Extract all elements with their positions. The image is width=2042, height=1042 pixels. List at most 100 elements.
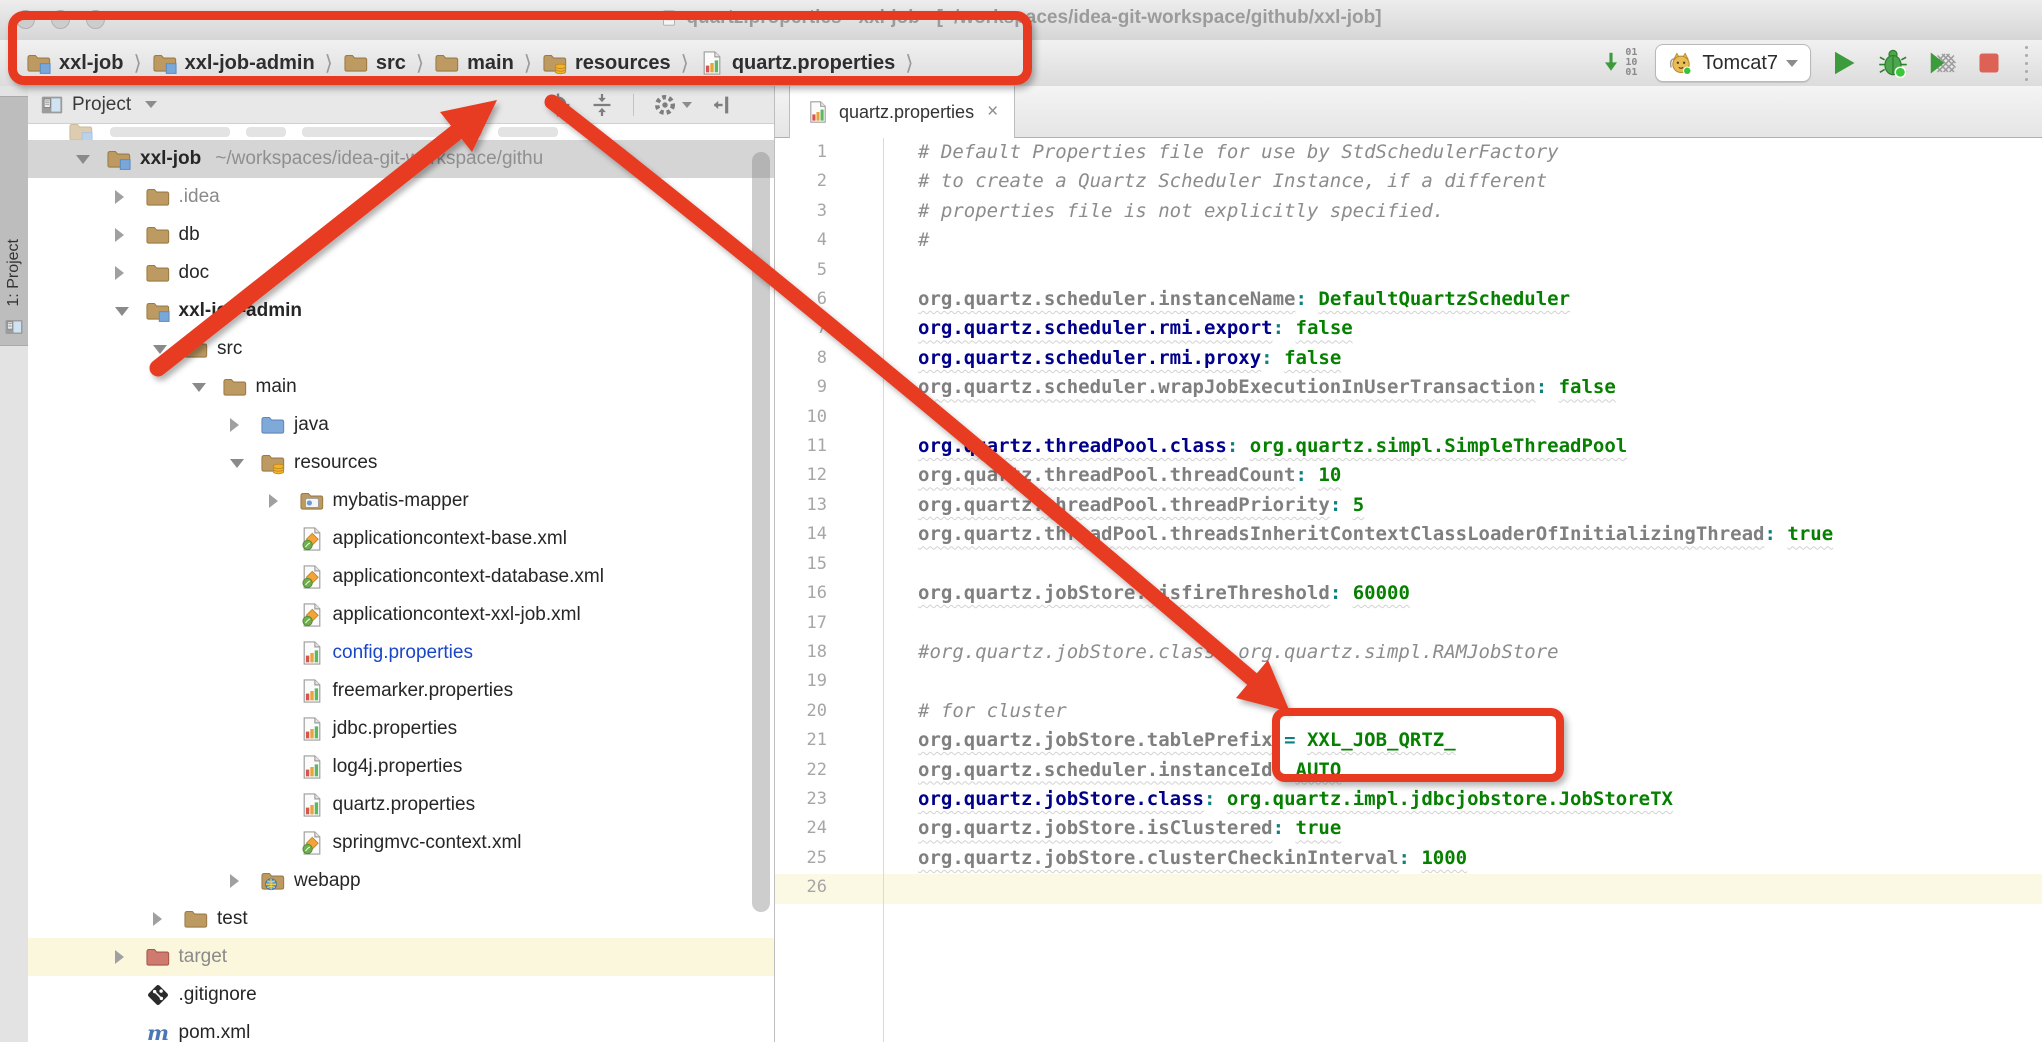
chevron-down-icon[interactable] bbox=[68, 155, 106, 164]
chevron-down-icon bbox=[682, 102, 692, 108]
line-number: 4 bbox=[775, 226, 883, 255]
close-tab-icon[interactable]: × bbox=[987, 101, 998, 123]
chevron-right-icon[interactable] bbox=[222, 874, 260, 888]
tree-item-jdbc.properties[interactable]: jdbc.properties bbox=[28, 710, 774, 748]
tree-item-config.properties[interactable]: config.properties bbox=[28, 634, 774, 672]
breadcrumb-separator: ⟩ bbox=[322, 51, 336, 76]
run-configuration-selector[interactable]: Tomcat7 bbox=[1655, 44, 1811, 82]
line-number: 19 bbox=[775, 667, 883, 696]
panel-settings-button[interactable] bbox=[652, 92, 692, 118]
excluded-folder-icon bbox=[145, 944, 171, 970]
breadcrumb-item-xxl-job[interactable]: xxl-job bbox=[26, 50, 123, 76]
code-line-26 bbox=[918, 873, 2042, 902]
code-line-12: org.quartz.threadPool.threadCount: 10 bbox=[918, 461, 2042, 490]
coverage-button[interactable] bbox=[1927, 48, 1957, 78]
run-button[interactable] bbox=[1829, 48, 1859, 78]
chevron-down-icon[interactable] bbox=[184, 383, 222, 392]
properties-file-icon bbox=[806, 100, 830, 124]
tree-item-quartz.properties[interactable]: quartz.properties bbox=[28, 786, 774, 824]
tree-item-doc[interactable]: doc bbox=[28, 254, 774, 292]
breadcrumb-item-main[interactable]: main bbox=[434, 50, 514, 76]
tree-item-log4j.properties[interactable]: log4j.properties bbox=[28, 748, 774, 786]
properties-file-icon bbox=[299, 716, 325, 742]
tree-item-applicationcontext-base.xml[interactable]: applicationcontext-base.xml bbox=[28, 520, 774, 558]
tree-item-webapp[interactable]: webapp bbox=[28, 862, 774, 900]
tree-item-target[interactable]: target bbox=[28, 938, 774, 976]
code-line-11: org.quartz.threadPool.class: org.quartz.… bbox=[918, 432, 2042, 461]
project-tree: xxl-job~/workspaces/idea-git-workspace/g… bbox=[28, 124, 774, 1042]
tree-item-test[interactable]: test bbox=[28, 900, 774, 938]
code-line-16: org.quartz.jobStore.misfireThreshold: 60… bbox=[918, 579, 2042, 608]
web-folder-icon bbox=[260, 868, 286, 894]
project-panel-header: Project bbox=[28, 86, 774, 124]
maven-file-icon bbox=[145, 1020, 171, 1042]
breadcrumb-item-src[interactable]: src bbox=[343, 50, 406, 76]
tree-item-pom.xml[interactable]: pom.xml bbox=[28, 1014, 774, 1042]
project-view-dropdown-icon[interactable] bbox=[145, 101, 157, 108]
tree-item-.gitignore[interactable]: .gitignore bbox=[28, 976, 774, 1014]
chevron-right-icon[interactable] bbox=[107, 190, 145, 204]
window-title-row: quartz.properties - xxl-job - [~/workspa… bbox=[0, 7, 2042, 29]
editor-content[interactable]: 1234567891011121314151617181920212223242… bbox=[775, 138, 2042, 1042]
line-number: 3 bbox=[775, 197, 883, 226]
tree-item-freemarker.properties[interactable]: freemarker.properties bbox=[28, 672, 774, 710]
code-line-19 bbox=[918, 667, 2042, 696]
tree-item-xxl-job[interactable]: xxl-job~/workspaces/idea-git-workspace/g… bbox=[28, 140, 774, 178]
locate-file-icon[interactable] bbox=[545, 92, 571, 118]
tab-quartz-properties[interactable]: quartz.properties × bbox=[789, 86, 1015, 138]
line-number: 25 bbox=[775, 844, 883, 873]
chevron-down-icon[interactable] bbox=[107, 307, 145, 316]
chevron-right-icon[interactable] bbox=[107, 228, 145, 242]
download-binary-icon bbox=[1599, 51, 1623, 75]
breadcrumb-item-quartz.properties[interactable]: quartz.properties bbox=[699, 50, 895, 76]
line-number: 20 bbox=[775, 697, 883, 726]
chevron-down-icon[interactable] bbox=[145, 345, 183, 354]
hide-panel-icon[interactable] bbox=[710, 93, 734, 117]
run-configuration-label: Tomcat7 bbox=[1702, 52, 1778, 75]
tree-item-springmvc-context.xml[interactable]: springmvc-context.xml bbox=[28, 824, 774, 862]
line-number: 13 bbox=[775, 491, 883, 520]
tree-item-mybatis-mapper[interactable]: mybatis-mapper bbox=[28, 482, 774, 520]
tree-item-.idea[interactable]: .idea bbox=[28, 178, 774, 216]
line-number: 9 bbox=[775, 373, 883, 402]
chevron-right-icon[interactable] bbox=[107, 266, 145, 280]
code-line-17 bbox=[918, 609, 2042, 638]
code-line-18: #org.quartz.jobStore.class: org.quartz.s… bbox=[918, 638, 2042, 667]
tomcat-icon bbox=[1668, 50, 1694, 76]
breadcrumb: xxl-job⟩xxl-job-admin⟩src⟩main⟩resources… bbox=[26, 40, 916, 86]
binary-digits: 011001 bbox=[1625, 48, 1637, 78]
gear-icon bbox=[652, 92, 678, 118]
tree-item-applicationcontext-database.xml[interactable]: applicationcontext-database.xml bbox=[28, 558, 774, 596]
stop-button[interactable] bbox=[1975, 49, 2003, 77]
chevron-down-icon[interactable] bbox=[222, 459, 260, 468]
title-bar: quartz.properties - xxl-job - [~/workspa… bbox=[0, 0, 2042, 41]
collapse-all-icon[interactable] bbox=[589, 92, 615, 118]
tree-item-applicationcontext-xxl-job.xml[interactable]: applicationcontext-xxl-job.xml bbox=[28, 596, 774, 634]
tree-item-resources[interactable]: resources bbox=[28, 444, 774, 482]
folder-icon bbox=[183, 906, 209, 932]
chevron-right-icon[interactable] bbox=[107, 950, 145, 964]
project-tree-scrollbar[interactable] bbox=[752, 152, 770, 912]
spring-file-icon bbox=[299, 602, 325, 628]
tree-item-xxl-job-admin[interactable]: xxl-job-admin bbox=[28, 292, 774, 330]
tree-item-main[interactable]: main bbox=[28, 368, 774, 406]
breadcrumb-item-resources[interactable]: resources bbox=[542, 50, 671, 76]
tree-item-db[interactable]: db bbox=[28, 216, 774, 254]
chevron-right-icon[interactable] bbox=[145, 912, 183, 926]
window-title: quartz.properties - xxl-job - [~/workspa… bbox=[686, 7, 1381, 29]
line-number: 24 bbox=[775, 814, 883, 843]
chevron-right-icon[interactable] bbox=[222, 418, 260, 432]
chevron-right-icon[interactable] bbox=[261, 494, 299, 508]
line-number: 14 bbox=[775, 520, 883, 549]
breadcrumb-item-xxl-job-admin[interactable]: xxl-job-admin bbox=[152, 50, 315, 76]
debug-button[interactable] bbox=[1877, 47, 1909, 79]
project-view-icon bbox=[40, 93, 64, 117]
tree-item-src[interactable]: src bbox=[28, 330, 774, 368]
tree-item-java[interactable]: java bbox=[28, 406, 774, 444]
resources-folder-icon bbox=[542, 50, 568, 76]
code-line-9: org.quartz.scheduler.wrapJobExecutionInU… bbox=[918, 373, 2042, 402]
code-line-15 bbox=[918, 550, 2042, 579]
code-text[interactable]: # Default Properties file for use by Std… bbox=[884, 138, 2042, 1042]
project-tool-window-button[interactable]: 1: Project bbox=[0, 96, 28, 346]
properties-file-icon bbox=[299, 792, 325, 818]
